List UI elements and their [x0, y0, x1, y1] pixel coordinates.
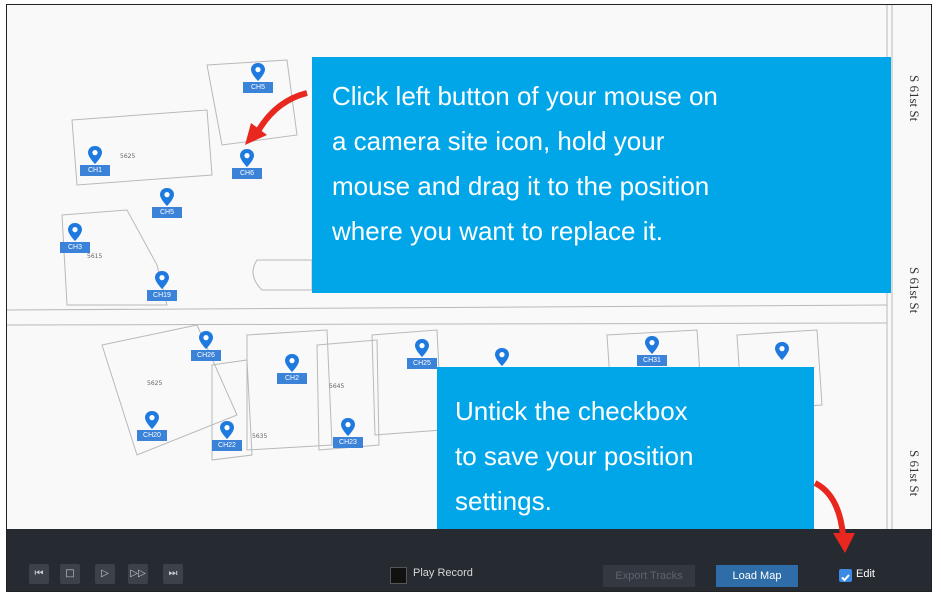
checkmark-icon: [841, 574, 850, 582]
camera-pin-label: CH19: [147, 290, 177, 301]
camera-pin[interactable]: CH5: [152, 187, 182, 227]
camera-pin-label: CH3: [60, 242, 90, 253]
camera-pin[interactable]: CH25: [407, 338, 437, 378]
callout-line: mouse and drag it to the position: [332, 171, 710, 201]
camera-pin-label: CH2: [277, 373, 307, 384]
location-pin-icon: [775, 342, 789, 360]
camera-pin[interactable]: CH6: [232, 148, 262, 188]
camera-pin-label: CH5: [152, 207, 182, 218]
skip-back-icon: ⏮: [34, 568, 44, 579]
edit-checkbox[interactable]: [839, 569, 852, 582]
camera-pin-label: CH20: [137, 430, 167, 441]
location-pin-icon: [160, 188, 174, 206]
street-label: S 61st St: [907, 267, 922, 314]
callout-line: to save your position: [455, 441, 694, 471]
callout-line: Untick the checkbox: [455, 396, 688, 426]
stop-button[interactable]: □: [60, 564, 80, 584]
camera-pin[interactable]: CH19: [147, 270, 177, 310]
camera-pin-label: CH1: [80, 165, 110, 176]
location-pin-icon: [199, 331, 213, 349]
camera-pin-label: CH23: [333, 437, 363, 448]
play-icon: ▷: [101, 568, 109, 579]
fast-forward-button[interactable]: ▷▷: [128, 564, 148, 584]
play-record-checkbox[interactable]: [390, 567, 407, 584]
camera-pin[interactable]: CH5: [243, 62, 273, 102]
export-tracks-button[interactable]: Export Tracks: [603, 565, 695, 587]
skip-back-button[interactable]: ⏮: [29, 564, 49, 584]
location-pin-icon: [251, 63, 265, 81]
load-map-button[interactable]: Load Map: [716, 565, 798, 587]
lot-number: 5625: [147, 380, 163, 387]
lot-number: 5645: [329, 383, 345, 390]
location-pin-icon: [415, 339, 429, 357]
camera-pin[interactable]: CH23: [333, 417, 363, 457]
camera-pin-label: CH31: [637, 355, 667, 366]
camera-pin-label: CH22: [212, 440, 242, 451]
camera-pin-label: CH6: [232, 168, 262, 179]
lot-number: 5625: [120, 153, 136, 160]
instruction-callout-drag: Click left button of your mouse on a cam…: [312, 57, 891, 293]
play-button[interactable]: ▷: [95, 564, 115, 584]
location-pin-icon: [68, 223, 82, 241]
lot-number: 5635: [252, 433, 268, 440]
camera-pin[interactable]: CH22: [212, 420, 242, 460]
location-pin-icon: [155, 271, 169, 289]
camera-pin[interactable]: CH3: [60, 222, 90, 262]
skip-forward-button[interactable]: ⏭: [163, 564, 183, 584]
playback-toolbar: ⏮ □ ▷ ▷▷ ⏭ Play Record Export Tracks Load Ma…: [7, 529, 931, 591]
callout-line: settings.: [455, 486, 552, 516]
location-pin-icon: [341, 418, 355, 436]
callout-line: Click left button of your mouse on: [332, 81, 718, 111]
location-pin-icon: [495, 348, 509, 366]
camera-pin[interactable]: CH20: [137, 410, 167, 450]
street-label: S 61st St: [907, 75, 922, 122]
callout-line: a camera site icon, hold your: [332, 126, 665, 156]
location-pin-icon: [645, 336, 659, 354]
location-pin-icon: [88, 146, 102, 164]
map-window: S 61st St S 61st St S 61st St 5625 5615 …: [6, 4, 932, 592]
edit-label: Edit: [856, 568, 875, 580]
play-record-label: Play Record: [413, 567, 473, 579]
instruction-callout-untick: Untick the checkbox to save your positio…: [437, 367, 814, 550]
fast-forward-icon: ▷▷: [130, 568, 146, 579]
camera-pin-label: CH25: [407, 358, 437, 369]
street-label: S 61st St: [907, 450, 922, 497]
location-pin-icon: [145, 411, 159, 429]
camera-pin[interactable]: CH26: [191, 330, 221, 370]
camera-pin[interactable]: CH2: [277, 353, 307, 393]
skip-forward-icon: ⏭: [168, 568, 178, 579]
location-pin-icon: [285, 354, 299, 372]
camera-pin-label: CH5: [243, 82, 273, 93]
callout-line: where you want to replace it.: [332, 216, 663, 246]
map-canvas[interactable]: S 61st St S 61st St S 61st St 5625 5615 …: [7, 5, 931, 550]
camera-pin-label: CH26: [191, 350, 221, 361]
camera-pin[interactable]: CH1: [80, 145, 110, 185]
stop-icon: □: [65, 568, 75, 579]
location-pin-icon: [240, 149, 254, 167]
location-pin-icon: [220, 421, 234, 439]
